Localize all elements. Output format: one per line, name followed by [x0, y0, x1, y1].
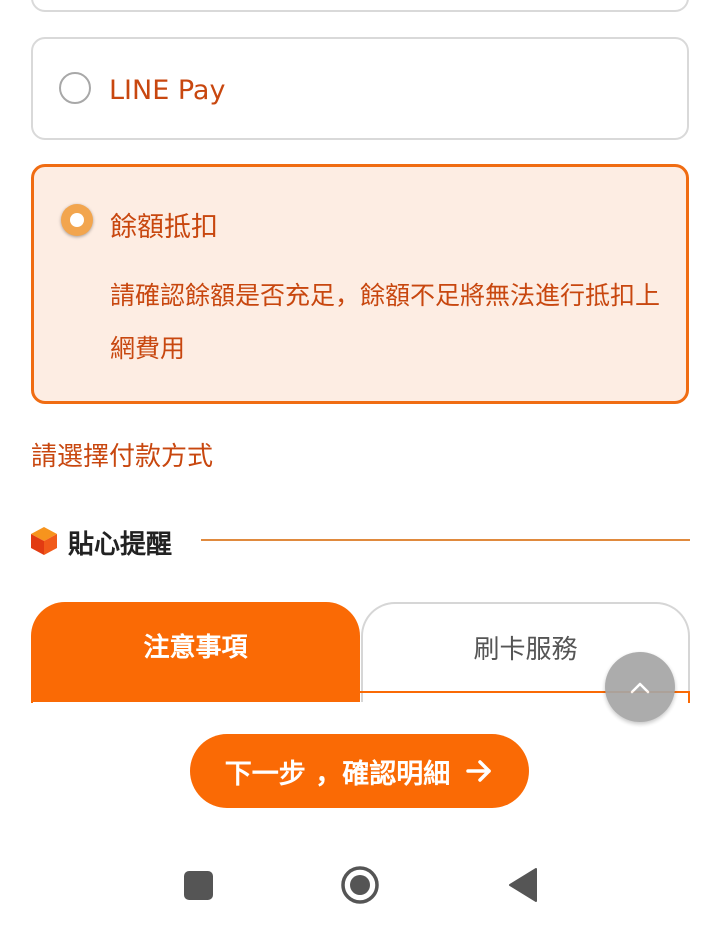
payment-option-balance[interactable]: 餘額抵扣 請確認餘額是否充足，餘額不足將無法進行抵扣上網費用 [31, 164, 689, 404]
payment-option-card-previous[interactable] [31, 0, 689, 12]
arrow-right-icon [466, 760, 491, 782]
circle-icon[interactable] [340, 865, 380, 905]
line-pay-radio[interactable] [59, 72, 91, 104]
reminder-title: 貼心提醒 [68, 530, 173, 560]
payment-option-line-pay[interactable]: LINE Pay [31, 37, 689, 140]
reminder-divider [201, 539, 690, 541]
balance-note: 請確認餘額是否充足，餘額不足將無法進行抵扣上網費用 [110, 281, 661, 363]
chevron-up-icon [630, 682, 650, 694]
line-pay-label: LINE Pay [109, 75, 226, 106]
triangle-back-icon[interactable] [508, 867, 538, 903]
next-step-button[interactable]: 下一步 ，確認明細 [190, 734, 529, 808]
scroll-to-top-button[interactable] [605, 652, 675, 722]
tab-notice[interactable]: 注意事項 [31, 602, 360, 702]
square-icon[interactable] [184, 871, 213, 900]
hexagon-cube-icon [31, 527, 57, 555]
balance-radio[interactable] [61, 204, 93, 236]
next-step-label: 下一步 ，確認明細 [224, 758, 451, 790]
balance-label: 餘額抵扣 [110, 212, 218, 243]
payment-method-prompt: 請選擇付款方式 [31, 442, 214, 472]
